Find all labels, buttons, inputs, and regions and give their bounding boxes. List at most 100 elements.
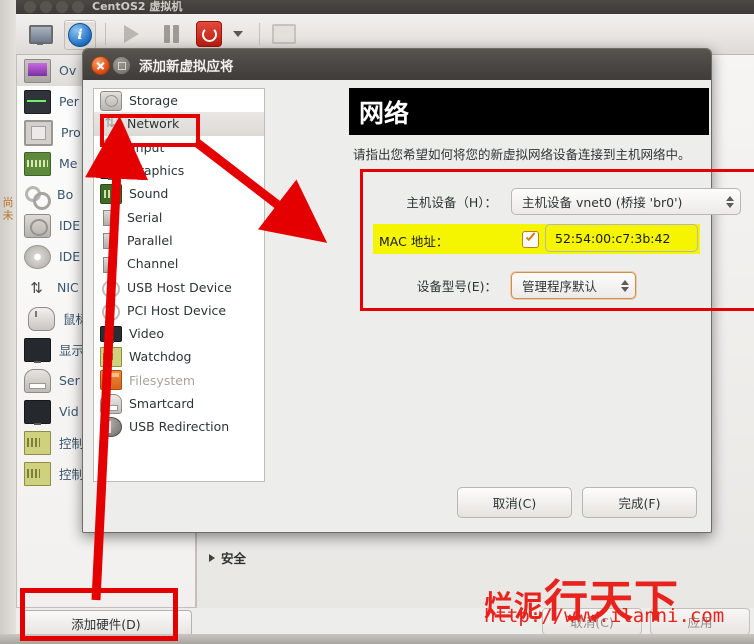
pause-button[interactable] <box>156 20 186 48</box>
serial-icon <box>24 368 51 393</box>
device-list-item-serial[interactable]: Serial <box>94 205 264 228</box>
device-list-item-label: Network <box>127 116 180 132</box>
host-device-value: 主机设备 vnet0 (桥接 'br0') <box>522 195 683 210</box>
fullscreen-icon <box>272 24 296 44</box>
nic-icon: ⇅ <box>30 278 43 297</box>
vm-hardware-item-label: 控制 <box>59 467 85 482</box>
watermark-url: http://www.ilanni.com <box>484 605 725 627</box>
mouse-icon <box>28 306 55 331</box>
device-list-item-label: Filesystem <box>129 372 196 388</box>
device-model-label: 设备型号(E)： <box>416 279 497 294</box>
mac-address-value: 52:54:00:c7:3b:42 <box>555 230 671 246</box>
watchdog-icon <box>100 346 122 367</box>
controller-icon <box>24 461 51 486</box>
pci-host-device-icon <box>100 301 120 322</box>
device-list-item-graphics[interactable]: Graphics <box>94 159 264 182</box>
watermark: 烂泥行天下 http://www.ilanni.com <box>484 565 754 630</box>
dialog-body: Storage ⇅ Network Input Graphics Sound Serial P… <box>83 80 754 532</box>
input-icon <box>103 137 125 158</box>
toolbar-separator <box>105 23 106 45</box>
device-model-row: 设备型号(E)： 管理程序默认 <box>377 272 636 299</box>
network-fields-group: 主机设备（H）： 主机设备 vnet0 (桥接 'br0') MAC 地址： 5… <box>360 169 754 311</box>
overview-icon <box>24 58 51 83</box>
maximize-icon[interactable] <box>112 56 131 75</box>
device-list-item-input[interactable]: Input <box>94 136 264 159</box>
device-list-item-label: Graphics <box>129 163 185 179</box>
device-model-select[interactable]: 管理程序默认 <box>511 272 636 299</box>
host-device-label: 主机设备（H）： <box>406 195 497 210</box>
add-hardware-button[interactable]: 添加硬件(D) <box>20 610 192 637</box>
serial-port-icon <box>100 208 120 227</box>
finish-label: 完成(F) <box>618 496 661 511</box>
vm-hardware-item-label: Bo <box>57 187 74 202</box>
device-list-item-label: Channel <box>127 256 179 272</box>
dialog-action-buttons: 取消(C) 完成(F) <box>457 487 697 518</box>
device-list-item-usb-redirection[interactable]: USB Redirection <box>94 415 264 438</box>
run-button[interactable] <box>116 20 146 48</box>
usb-host-device-icon <box>100 278 120 299</box>
section-security-label: 安全 <box>221 551 247 566</box>
device-list-item-usb-host-device[interactable]: USB Host Device <box>94 275 264 299</box>
device-list-item-storage[interactable]: Storage <box>94 89 264 112</box>
device-list-item-pci-host-device[interactable]: PCI Host Device <box>94 299 264 322</box>
finish-button[interactable]: 完成(F) <box>582 487 697 518</box>
vm-hardware-item-label: IDE <box>59 249 81 264</box>
filesystem-icon <box>100 370 122 391</box>
device-list-item-smartcard[interactable]: Smartcard <box>94 392 264 415</box>
section-security[interactable]: 安全 <box>209 548 246 567</box>
processor-icon <box>24 119 53 146</box>
vm-hardware-item-label: Ov <box>59 63 77 78</box>
fullscreen-button[interactable] <box>269 20 299 48</box>
panel-description: 请指出您希望如何将您的新虚拟网络设备连接到主机网络中。 <box>353 147 691 162</box>
device-list-item-label: Watchdog <box>129 349 192 365</box>
device-list-item-label: Sound <box>129 186 169 202</box>
vm-hardware-item-label: Per <box>59 94 79 109</box>
console-view-button[interactable] <box>26 20 56 48</box>
cdrom-icon <box>24 244 51 269</box>
device-list-item-video[interactable]: Video <box>94 322 264 345</box>
device-list-item-label: Serial <box>127 209 163 225</box>
add-hardware-label: 添加硬件(D) <box>71 617 141 632</box>
background-window-titlebar: CentOS2 虚拟机 <box>16 0 754 14</box>
controller-icon <box>24 430 51 455</box>
chevron-right-icon <box>209 553 215 562</box>
host-device-select[interactable]: 主机设备 vnet0 (桥接 'br0') <box>511 188 741 215</box>
spinner-icon <box>621 279 629 292</box>
device-category-list[interactable]: Storage ⇅ Network Input Graphics Sound Serial P… <box>93 88 265 482</box>
panel-heading-bar: 网络 <box>349 88 709 135</box>
device-list-item-label: Parallel <box>127 232 173 248</box>
mac-address-input[interactable]: 52:54:00:c7:3b:42 <box>545 224 698 252</box>
info-icon: i <box>68 23 92 47</box>
smartcard-icon <box>100 393 122 414</box>
power-icon <box>196 21 222 47</box>
dialog-title: 添加新虚拟应将 <box>139 59 234 75</box>
desktop-left-strip: 尚未 <box>0 0 16 644</box>
mac-address-checkbox[interactable] <box>522 231 539 248</box>
details-view-button[interactable]: i <box>64 20 96 50</box>
sound-icon <box>100 183 122 204</box>
device-list-item-channel[interactable]: Channel <box>94 252 264 275</box>
cancel-button[interactable]: 取消(C) <box>457 487 572 518</box>
shutdown-button[interactable] <box>194 20 224 48</box>
memory-icon <box>24 151 51 176</box>
device-list-item-network[interactable]: ⇅ Network <box>94 112 264 136</box>
parallel-port-icon <box>100 231 120 250</box>
window-controls[interactable] <box>24 1 84 13</box>
mac-address-label: MAC 地址： <box>379 234 449 249</box>
vm-hardware-item-label: IDE <box>59 218 81 233</box>
device-list-item-watchdog[interactable]: Watchdog <box>94 345 264 368</box>
device-list-item-label: Video <box>129 326 165 342</box>
add-new-virtual-hardware-dialog: 添加新虚拟应将 Storage ⇅ Network Input Graphics Soun… <box>82 48 754 533</box>
shutdown-menu-button[interactable] <box>228 20 248 48</box>
desktop-edge-text: 尚未 <box>2 196 14 222</box>
device-list-item-sound[interactable]: Sound <box>94 182 264 205</box>
device-list-item-label: Input <box>132 139 165 155</box>
host-device-row: 主机设备（H）： 主机设备 vnet0 (桥接 'br0') <box>377 188 741 215</box>
vm-hardware-item-label: NIC <box>57 280 79 295</box>
device-list-item-parallel[interactable]: Parallel <box>94 229 264 252</box>
device-list-item-filesystem[interactable]: Filesystem <box>94 369 264 392</box>
vm-hardware-item-label: Ser <box>59 373 80 388</box>
close-icon[interactable] <box>91 56 110 75</box>
vm-hardware-item-label: Vid <box>59 404 79 419</box>
window-bottom-edge <box>0 634 754 644</box>
